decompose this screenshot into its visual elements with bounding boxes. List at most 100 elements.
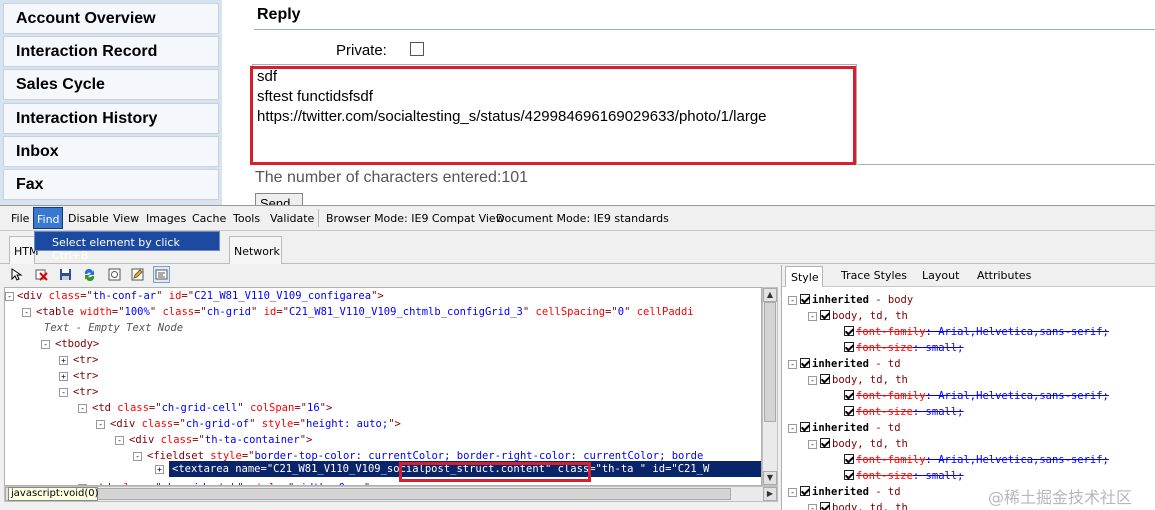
style-rule-line[interactable]: - inherited - td: [788, 356, 901, 372]
code-token: class: [48, 290, 81, 302]
html-tree-pane[interactable]: - <div class="th-conf-ar" id="C21_W81_V1…: [4, 287, 762, 486]
browser-mode[interactable]: Browser Mode: IE9 Compat View: [326, 212, 505, 225]
tree-node[interactable]: <table width="100%" class="ch-grid" id="…: [36, 304, 694, 320]
style-rule-line[interactable]: - body, td, th: [808, 372, 908, 388]
scroll-thumb[interactable]: [764, 302, 776, 422]
tab-layout[interactable]: Layout: [922, 269, 959, 282]
tab-trace-styles[interactable]: Trace Styles: [841, 269, 907, 282]
tab-style[interactable]: Style: [785, 266, 823, 287]
find-dropdown-item[interactable]: Select element by click Ctrl+B: [34, 231, 220, 262]
refresh-icon[interactable]: [81, 266, 98, 283]
tree-node[interactable]: <div class="ch-grid-of" style="height: a…: [110, 416, 401, 432]
expand-icon[interactable]: +: [155, 465, 164, 474]
scroll-right-icon[interactable]: ▶: [763, 487, 777, 501]
checkbox-checked-icon: [820, 310, 830, 320]
style-rule-line[interactable]: - inherited - td: [788, 420, 901, 436]
checkbox-checked-icon: [844, 406, 854, 416]
expand-icon[interactable]: +: [59, 356, 68, 365]
select-element-icon[interactable]: [8, 266, 25, 283]
selected-tree-node[interactable]: <textarea name="C21_W81_V110_V109_social…: [169, 461, 761, 477]
edit-icon[interactable]: [129, 266, 146, 283]
vertical-scrollbar[interactable]: ▲ ▼: [762, 287, 778, 486]
collapse-icon: -: [788, 296, 797, 305]
save-icon[interactable]: [57, 266, 74, 283]
word-wrap-icon[interactable]: [153, 266, 170, 283]
collapse-icon[interactable]: -: [5, 292, 14, 301]
style-rule-line[interactable]: - body, td, th: [808, 436, 908, 452]
code-token: =": [192, 434, 205, 446]
private-checkbox[interactable]: [410, 42, 424, 56]
collapse-icon[interactable]: -: [96, 420, 105, 429]
code-token: <tr>: [73, 386, 99, 398]
style-rule-line[interactable]: - body, td, th: [808, 308, 908, 324]
scroll-down-icon[interactable]: ▼: [763, 471, 777, 485]
menu-file[interactable]: File: [11, 212, 29, 225]
tree-node[interactable]: <div class="th-ta-container">: [129, 432, 312, 448]
tree-node[interactable]: <div class="th-conf-ar" id="C21_W81_V110…: [17, 288, 384, 304]
developer-tools: File Find Disable View Images Cache Tool…: [0, 205, 1155, 510]
tree-node[interactable]: <tr>: [73, 368, 98, 384]
document-mode[interactable]: Document Mode: IE9 standards: [496, 212, 669, 225]
menu-tools[interactable]: Tools: [233, 212, 260, 225]
menu-disable[interactable]: Disable: [68, 212, 109, 225]
separator: [318, 209, 319, 227]
code-token: th-conf-ar: [92, 290, 157, 302]
devtools-menubar: File Find Disable View Images Cache Tool…: [0, 206, 1155, 231]
code-token: <tr>: [73, 370, 99, 382]
checkbox-checked-icon: [844, 470, 854, 480]
style-rule-line[interactable]: font-size: small;: [844, 468, 963, 484]
style-rule-line[interactable]: font-family: Arial,Helvetica,sans-serif;: [844, 452, 1109, 468]
scroll-thumb[interactable]: [91, 488, 731, 500]
send-button[interactable]: Send: [255, 193, 303, 205]
collapse-icon[interactable]: -: [22, 308, 31, 317]
nav-item-sales-cycle[interactable]: Sales Cycle: [3, 69, 219, 100]
menu-validate[interactable]: Validate: [270, 212, 314, 225]
style-rule-line[interactable]: - body, td, th: [808, 500, 908, 510]
tree-node[interactable]: <td class="ch-grid-cell" colSpan="16">: [92, 400, 332, 416]
horizontal-scrollbar[interactable]: ◀ ▶: [4, 486, 778, 502]
code-token: ch-grid-of: [185, 418, 250, 430]
nav-item-inbox[interactable]: Inbox: [3, 136, 219, 167]
tree-node[interactable]: <tbody>: [55, 336, 99, 352]
style-rule-line[interactable]: font-size: small;: [844, 404, 963, 420]
nav-item-interaction-history[interactable]: Interaction History: [3, 103, 219, 134]
inherited-from: - td: [868, 358, 901, 370]
style-rule-line[interactable]: - inherited - body: [788, 292, 913, 308]
style-rule-line[interactable]: font-family: Arial,Helvetica,sans-serif;: [844, 324, 1109, 340]
menu-view[interactable]: View: [113, 212, 139, 225]
collapse-icon[interactable]: -: [115, 436, 124, 445]
tree-node[interactable]: <tr>: [73, 384, 98, 400]
style-rule-line[interactable]: font-size: small;: [844, 340, 963, 356]
code-token: ": [624, 306, 637, 318]
menu-find[interactable]: Find: [33, 207, 63, 229]
nav-item-interaction-record[interactable]: Interaction Record: [3, 36, 219, 67]
tab-network[interactable]: Network: [229, 236, 282, 264]
code-token: style: [261, 418, 294, 430]
nav-item-account-overview[interactable]: Account Overview: [3, 3, 219, 34]
tree-node[interactable]: Text - Empty Text Node: [44, 320, 183, 336]
reply-textarea[interactable]: sdf sftest functidsfsdf https://twitter.…: [252, 64, 857, 165]
inherited-label: inherited: [812, 358, 869, 370]
clear-icon[interactable]: [33, 266, 50, 283]
outline-icon[interactable]: [106, 266, 123, 283]
code-token: ">: [371, 290, 384, 302]
scroll-up-icon[interactable]: ▲: [763, 288, 777, 302]
tree-node[interactable]: <tr>: [73, 352, 98, 368]
menu-images[interactable]: Images: [146, 212, 186, 225]
collapse-icon[interactable]: -: [59, 388, 68, 397]
tab-html[interactable]: HTM: [9, 236, 38, 264]
property-value: : small;: [912, 342, 964, 354]
style-rule-line[interactable]: - inherited - td: [788, 484, 901, 500]
code-token: <tbody>: [55, 338, 100, 350]
style-rule-line[interactable]: font-family: Arial,Helvetica,sans-serif;: [844, 388, 1109, 404]
checkbox-checked-icon: [820, 374, 830, 384]
menu-cache[interactable]: Cache: [192, 212, 226, 225]
checkbox-checked-icon: [800, 294, 810, 304]
tab-attributes[interactable]: Attributes: [977, 269, 1031, 282]
expand-icon[interactable]: +: [59, 372, 68, 381]
nav-item-fax[interactable]: Fax: [3, 169, 219, 200]
collapse-icon[interactable]: -: [133, 452, 142, 461]
style-pane: Style Trace Styles Layout Attributes - in…: [781, 265, 1155, 510]
collapse-icon[interactable]: -: [78, 404, 87, 413]
collapse-icon[interactable]: -: [41, 340, 50, 349]
